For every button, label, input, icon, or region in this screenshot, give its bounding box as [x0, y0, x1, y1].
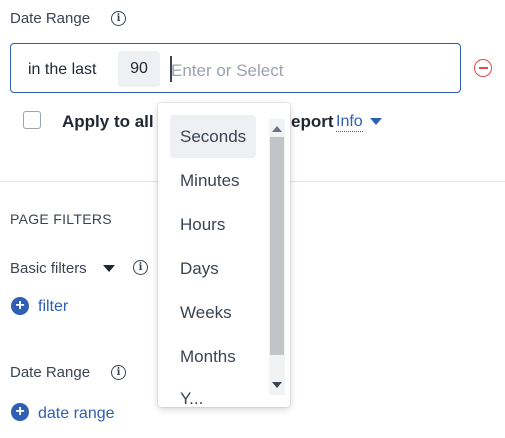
page-filters-heading: PAGE FILTERS — [10, 211, 112, 227]
info-icon[interactable]: i — [111, 11, 126, 26]
add-filter-link[interactable]: filter — [38, 298, 68, 316]
dropdown-option-months[interactable]: Months — [170, 335, 256, 378]
dropdown-option-seconds[interactable]: Seconds — [170, 115, 256, 158]
basic-filters-toggle[interactable]: Basic filters — [10, 260, 87, 277]
date-range-filter-label: Date Range — [10, 364, 91, 381]
remove-icon[interactable] — [474, 59, 492, 77]
caret-down-icon[interactable] — [103, 265, 115, 272]
unit-dropdown-menu[interactable]: Seconds Minutes Hours Days Weeks Months … — [158, 103, 290, 407]
scroll-up-icon[interactable] — [272, 126, 282, 132]
info-icon[interactable]: i — [133, 260, 148, 275]
range-value-chip[interactable]: 90 — [118, 51, 160, 87]
apply-to-all-label: Apply to all — [62, 112, 154, 131]
add-date-range-link[interactable]: date range — [38, 405, 115, 423]
info-icon[interactable]: i — [111, 365, 126, 380]
dropdown-option-weeks[interactable]: Weeks — [170, 291, 256, 334]
info-link[interactable]: Info — [336, 113, 363, 132]
unit-input-placeholder[interactable]: Enter or Select — [171, 61, 283, 81]
apply-to-all-checkbox[interactable] — [23, 111, 41, 129]
apply-to-all-label-suffix: eport — [291, 112, 334, 131]
dropdown-option-hours[interactable]: Hours — [170, 203, 256, 246]
scroll-down-icon[interactable] — [272, 382, 282, 388]
dropdown-option-minutes[interactable]: Minutes — [170, 159, 256, 202]
range-prefix-text: in the last — [28, 61, 97, 78]
dropdown-option-partial[interactable]: Y... — [180, 389, 203, 407]
dropdown-scrollbar-thumb[interactable] — [270, 137, 284, 355]
plus-icon[interactable]: + — [11, 403, 29, 421]
date-range-label: Date Range — [10, 10, 91, 27]
dropdown-option-days[interactable]: Days — [170, 247, 256, 290]
plus-icon[interactable]: + — [11, 297, 29, 315]
info-caret-icon[interactable] — [370, 118, 382, 125]
